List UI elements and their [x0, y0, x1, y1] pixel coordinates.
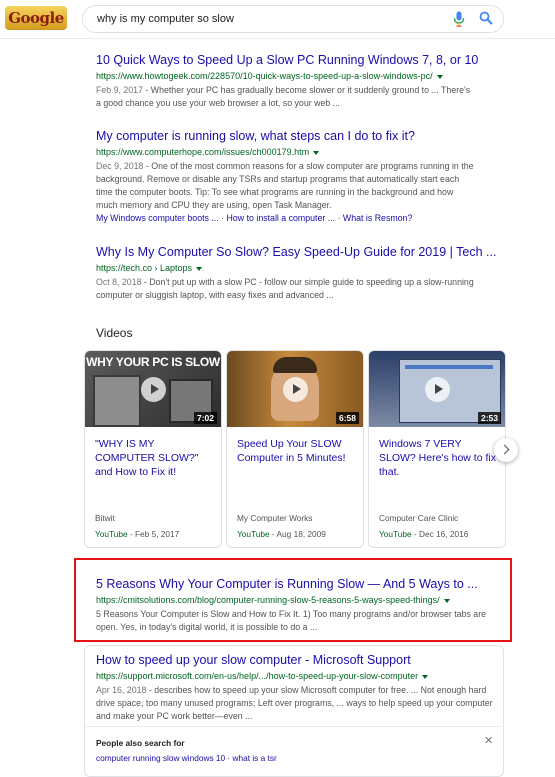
video-title[interactable]: Windows 7 VERY SLOW? Here's how to fix t… [379, 437, 499, 479]
video-date: - Aug 18, 2009 [269, 529, 326, 539]
search-result: How to speed up your slow computer - Mic… [96, 652, 494, 723]
video-thumbnail[interactable]: 6:58 [227, 351, 363, 427]
videos-next-button[interactable] [494, 438, 518, 462]
video-card[interactable]: 6:58 Speed Up Your SLOW Computer in 5 Mi… [226, 350, 364, 548]
result-date: Apr 16, 2018 [96, 685, 147, 695]
sitelink[interactable]: What is Resmon? [343, 213, 412, 223]
video-channel: Bitwit [95, 513, 115, 523]
video-card[interactable]: 2:53 Windows 7 VERY SLOW? Here's how to … [368, 350, 506, 548]
play-icon[interactable] [141, 377, 166, 402]
result-date: Oct 8, 2018 [96, 277, 142, 287]
result-url[interactable]: https://support.microsoft.com/en-us/help… [96, 670, 494, 683]
search-box[interactable] [82, 5, 504, 33]
result-url[interactable]: https://www.computerhope.com/issues/ch00… [96, 146, 476, 159]
video-meta: YouTube - Feb 5, 2017 [95, 529, 179, 539]
search-result: 10 Quick Ways to Speed Up a Slow PC Runn… [96, 52, 478, 110]
video-thumbnail[interactable]: WHY YOUR PC IS SLOW 7:02 [85, 351, 221, 427]
videos-heading: Videos [96, 326, 133, 340]
result-snippet: Feb 9, 2017 - Whether your PC has gradua… [96, 84, 476, 110]
sitelinks: My Windows computer boots ... · How to i… [96, 213, 413, 223]
result-url-text[interactable]: https://www.computerhope.com/issues/ch00… [96, 147, 309, 157]
result-snippet: Oct 8, 2018 - Don't put up with a slow P… [96, 276, 476, 302]
search-header: Google [0, 0, 555, 38]
video-title[interactable]: "WHY IS MY COMPUTER SLOW?" and How to Fi… [95, 437, 215, 479]
video-channel: Computer Care Clinic [379, 513, 459, 523]
video-source: YouTube [237, 529, 270, 539]
video-meta: YouTube - Aug 18, 2009 [237, 529, 326, 539]
video-date: - Feb 5, 2017 [127, 529, 180, 539]
header-divider [0, 38, 555, 39]
video-title[interactable]: Speed Up Your SLOW Computer in 5 Minutes… [237, 437, 357, 465]
video-thumbnail[interactable]: 2:53 [369, 351, 505, 427]
video-duration: 2:53 [477, 412, 501, 424]
sitelink[interactable]: How to install a computer ... [227, 213, 336, 223]
search-result-highlighted: 5 Reasons Why Your Computer is Running S… [96, 576, 496, 634]
play-icon[interactable] [283, 377, 308, 402]
result-snippet-text: - describes how to speed up your slow Mi… [96, 685, 493, 721]
result-date: Dec 9, 2018 [96, 161, 144, 171]
google-logo[interactable]: Google [5, 6, 67, 30]
chevron-down-icon[interactable] [443, 598, 450, 603]
result-snippet: Apr 16, 2018 - describes how to speed up… [96, 684, 494, 723]
video-source: YouTube [379, 529, 412, 539]
result-date: Feb 9, 2017 [96, 85, 143, 95]
video-meta: YouTube - Dec 16, 2016 [379, 529, 468, 539]
thumbnail-hardware [93, 375, 141, 427]
result-snippet-text: - One of the most common reasons for a s… [96, 161, 474, 210]
result-url-text[interactable]: https://cmitsolutions.com/blog/computer-… [96, 595, 440, 605]
result-url-text[interactable]: https://www.howtogeek.com/228570/10-quic… [96, 71, 433, 81]
result-snippet-text: - Don't put up with a slow PC - follow o… [96, 277, 474, 300]
search-icon[interactable] [479, 11, 493, 25]
play-icon[interactable] [425, 377, 450, 402]
related-search-link[interactable]: computer running slow windows 10 · what … [96, 753, 277, 763]
result-title-link[interactable]: 5 Reasons Why Your Computer is Running S… [96, 576, 496, 592]
thumbnail-caption: WHY YOUR PC IS SLOW [86, 355, 220, 369]
video-channel: My Computer Works [237, 513, 313, 523]
result-url-text[interactable]: https://support.microsoft.com/en-us/help… [96, 671, 418, 681]
result-title-link[interactable]: How to speed up your slow computer - Mic… [96, 652, 494, 668]
search-input[interactable] [95, 9, 449, 29]
chevron-right-icon [499, 444, 510, 455]
video-source: YouTube [95, 529, 128, 539]
search-result: My computer is running slow, what steps … [96, 128, 476, 225]
video-card[interactable]: WHY YOUR PC IS SLOW 7:02 "WHY IS MY COMP… [84, 350, 222, 548]
search-result: Why Is My Computer So Slow? Easy Speed-U… [96, 244, 496, 302]
thumbnail-screen [405, 365, 493, 369]
microphone-icon[interactable] [453, 11, 465, 27]
chevron-down-icon[interactable] [313, 150, 320, 155]
card-divider [84, 726, 502, 727]
result-title-link[interactable]: 10 Quick Ways to Speed Up a Slow PC Runn… [96, 52, 478, 68]
video-duration: 7:02 [193, 412, 217, 424]
sitelink[interactable]: My Windows computer boots ... [96, 213, 219, 223]
close-icon[interactable]: ✕ [484, 734, 493, 747]
thumbnail-person [273, 357, 317, 373]
people-also-search-heading: People also search for [96, 738, 185, 748]
result-url[interactable]: https://www.howtogeek.com/228570/10-quic… [96, 70, 476, 83]
chevron-down-icon[interactable] [196, 266, 203, 271]
video-date: - Dec 16, 2016 [411, 529, 469, 539]
result-snippet: Dec 9, 2018 - One of the most common rea… [96, 160, 476, 212]
result-title-link[interactable]: My computer is running slow, what steps … [96, 128, 476, 144]
video-duration: 6:58 [335, 412, 359, 424]
chevron-down-icon[interactable] [436, 74, 443, 79]
result-title-link[interactable]: Why Is My Computer So Slow? Easy Speed-U… [96, 244, 496, 260]
result-snippet: 5 Reasons Your Computer is Slow and How … [96, 609, 487, 632]
result-url[interactable]: https://cmitsolutions.com/blog/computer-… [96, 594, 496, 607]
result-snippet-text: - Whether your PC has gradually become s… [96, 85, 471, 108]
result-url-text[interactable]: https://tech.co › Laptops [96, 263, 192, 273]
chevron-down-icon[interactable] [422, 674, 429, 679]
result-url[interactable]: https://tech.co › Laptops [96, 262, 476, 275]
